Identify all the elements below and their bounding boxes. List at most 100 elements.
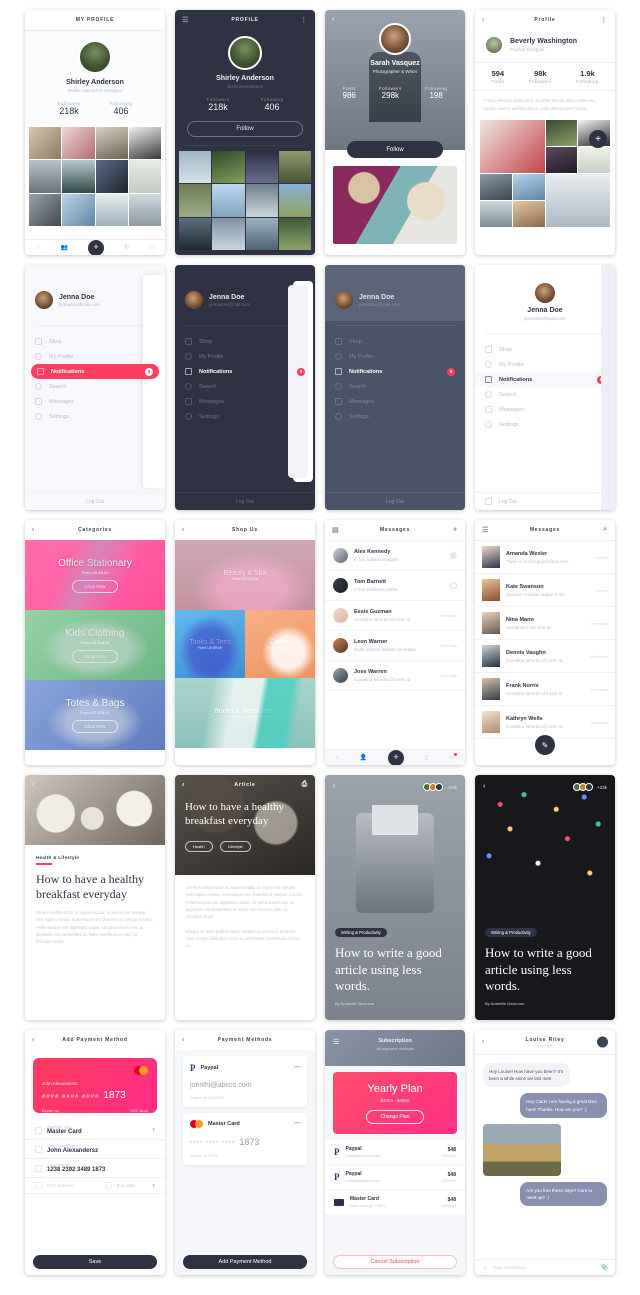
photo-tile[interactable] — [212, 151, 245, 184]
follow-button[interactable]: Follow — [187, 121, 303, 137]
more-vertical-icon[interactable]: ⋮ — [600, 16, 608, 24]
logout-button[interactable]: Log Out — [325, 492, 465, 510]
field-exp-date[interactable]: Exp date ▾ — [95, 1178, 165, 1194]
chevron-left-icon[interactable]: ‹ — [483, 783, 485, 790]
sidebar-item-shop[interactable]: Shop — [325, 334, 465, 349]
refresh-icon[interactable]: ↻ — [124, 244, 129, 251]
heart-icon[interactable]: ♡ — [35, 244, 40, 251]
people-icon[interactable]: 👥 — [61, 244, 68, 251]
photo-tile[interactable] — [62, 127, 95, 160]
chevron-left-icon[interactable]: ‹ — [482, 1039, 485, 1046]
category-card[interactable]: Totes & Bags From US $24.00 Shop Now — [25, 680, 165, 750]
chat-icon[interactable]: ▭ — [449, 753, 457, 761]
photo-tile[interactable] — [179, 184, 212, 217]
more-horizontal-icon[interactable]: ••• — [294, 1065, 300, 1071]
sidebar-item-search[interactable]: Search — [325, 379, 465, 394]
photo-tile[interactable] — [512, 174, 545, 201]
photo-tile[interactable] — [95, 127, 128, 160]
chevron-left-icon[interactable]: ‹ — [32, 1037, 35, 1044]
message-icon[interactable]: ▭ — [149, 244, 155, 251]
photo-tile[interactable] — [278, 184, 311, 217]
shop-card[interactable]: Beauty & Spa From US $12.00 — [175, 540, 315, 610]
chevron-left-icon[interactable]: ‹ — [333, 783, 335, 790]
photo-tile[interactable] — [245, 184, 278, 217]
message-row[interactable]: Frank Norris Curabitur lobortis id lorem… — [475, 673, 615, 706]
field-payment-type[interactable]: Payment Type Master Card ▾ — [25, 1121, 165, 1140]
post-image[interactable] — [333, 166, 457, 244]
photo-tile[interactable] — [480, 201, 512, 228]
hamburger-icon[interactable]: ☰ — [482, 526, 489, 534]
category-card[interactable]: Office Stationary From US $8.00 Shop Now — [25, 540, 165, 610]
field-cvc[interactable]: CVC number — [25, 1178, 95, 1194]
sidebar-item-notifications[interactable]: Notifications 5 — [31, 364, 159, 379]
more-vertical-icon[interactable]: ⋮ — [300, 16, 308, 24]
transaction-row[interactable]: P Paypal johnlht@abcco.com $48 10/04/19 — [325, 1165, 465, 1190]
change-plan-button[interactable]: Change Plan — [365, 1109, 425, 1124]
hamburger-icon[interactable]: ☰ — [333, 1038, 339, 1046]
photo-tile[interactable] — [128, 193, 161, 226]
chevron-left-icon[interactable]: ‹ — [482, 17, 485, 24]
message-row[interactable]: Dennis Vaughn Curabitur lobortis id lore… — [475, 640, 615, 673]
compose-icon[interactable]: ✎ — [535, 735, 555, 755]
search-icon[interactable]: ⌕ — [603, 526, 608, 534]
smiley-icon[interactable]: ☺ — [482, 1265, 488, 1271]
bookmark-icon[interactable]: ⎙ — [302, 781, 308, 789]
photo-tile[interactable] — [95, 160, 128, 193]
bag-icon[interactable]: ▯ — [425, 754, 428, 761]
photo-tile[interactable] — [545, 147, 578, 174]
photo-tile[interactable] — [512, 201, 545, 228]
chevron-left-icon[interactable]: ‹ — [32, 781, 34, 788]
chevron-down-icon[interactable]: ▾ — [152, 1183, 155, 1189]
sidebar-item-notifications[interactable]: Notifications 5 — [325, 364, 465, 379]
photo-tile[interactable] — [545, 174, 610, 228]
more-horizontal-icon[interactable]: ••• — [294, 1121, 300, 1127]
message-row[interactable]: Alex Kennedy In har hofdimon plates — [325, 541, 465, 571]
photo-tile[interactable] — [29, 160, 62, 193]
photo-tile[interactable] — [128, 160, 161, 193]
photo-tile[interactable] — [29, 127, 62, 160]
plus-icon[interactable]: + — [453, 527, 458, 534]
photo-tile[interactable] — [212, 184, 245, 217]
chevron-left-icon[interactable]: ‹ — [182, 1037, 185, 1044]
plus-icon[interactable]: + — [88, 239, 105, 255]
photo-tile[interactable] — [480, 174, 512, 201]
chevron-left-icon[interactable]: ‹ — [182, 527, 185, 534]
sidebar-item-notifications[interactable]: Notifications 5 — [475, 372, 615, 387]
photo-tile[interactable] — [545, 120, 578, 147]
plus-icon[interactable]: + — [589, 130, 607, 148]
photo-tile[interactable] — [179, 151, 212, 184]
photo-tile[interactable] — [62, 193, 95, 226]
add-payment-method-button[interactable]: Add Payment Method — [183, 1255, 307, 1269]
hamburger-icon[interactable]: ☰ — [182, 16, 189, 24]
message-row[interactable]: Tom Barnett In har hofdimon plates — [325, 571, 465, 601]
chat-input-bar[interactable]: ☺ Type something... 📎 — [475, 1259, 615, 1275]
paperclip-icon[interactable]: 📎 — [601, 1264, 608, 1271]
message-row[interactable]: Jose Warren Curabitur lobortis id lorem … — [325, 661, 465, 691]
field-card-holder[interactable]: Card Holder Name John Alexandersz — [25, 1140, 165, 1159]
photo-tile[interactable] — [29, 193, 62, 226]
transaction-row[interactable]: Master Card Card ending ***1873 $48 10/0… — [325, 1190, 465, 1214]
sidebar-item-settings[interactable]: Settings — [475, 417, 615, 432]
logout-button[interactable]: Log Out — [475, 492, 615, 510]
sidebar-item-shop[interactable]: Shop — [475, 342, 615, 357]
payment-method-card-mastercard[interactable]: Master Card ••• **** **** **** 1873 Expi… — [183, 1113, 307, 1165]
sidebar-item-notifications[interactable]: Notifications 5 — [175, 364, 315, 379]
field-card-number[interactable]: Card Number 1238 2392 3489 1873 — [25, 1159, 165, 1178]
transaction-row[interactable]: P Paypal johnlht@abcco.com $48 10/04/19 — [325, 1140, 465, 1165]
photo-tile[interactable] — [245, 151, 278, 184]
message-row[interactable]: Amanda Wexler There is a very good place… — [475, 541, 615, 574]
save-button[interactable]: Save — [33, 1255, 157, 1269]
avatar[interactable] — [597, 1036, 608, 1048]
plus-icon[interactable]: + — [388, 749, 405, 765]
message-row[interactable]: Essie Guzman Curabitur lobortis id lorem… — [325, 601, 465, 631]
bottom-nav[interactable]: ⌂ 👤 + ▯ ▭ — [325, 749, 465, 765]
photo-tile[interactable] — [278, 151, 311, 184]
chevron-left-icon[interactable]: ‹ — [32, 527, 35, 534]
sidebar-item-my-profile[interactable]: My Profile — [325, 349, 465, 364]
tag-chip[interactable]: Health — [185, 840, 213, 852]
chat-image[interactable] — [483, 1123, 561, 1176]
sidebar-item-search[interactable]: Search — [475, 387, 615, 402]
shop-card[interactable]: Coffee From US $18.00 — [245, 610, 315, 678]
photo-tile[interactable] — [62, 160, 95, 193]
sidebar-item-messages[interactable]: Messages — [325, 394, 465, 409]
